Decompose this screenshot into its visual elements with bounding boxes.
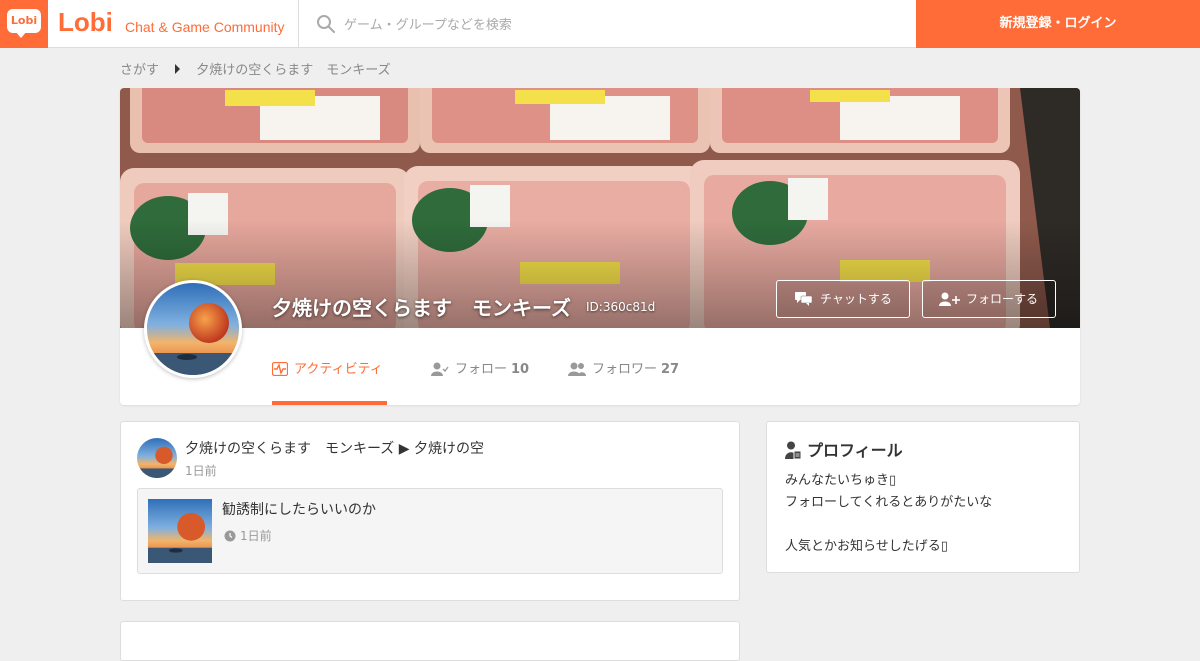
activity-icon [271, 361, 289, 377]
follow-count: 10 [511, 362, 530, 377]
user-check-icon [431, 362, 449, 376]
chat-icon [795, 292, 813, 306]
brand-tagline: Chat & Game Community [125, 19, 285, 35]
user-id: ID:360c81d [586, 300, 656, 314]
tab-follower[interactable]: フォロワー 27 [568, 358, 679, 377]
brand-name[interactable]: Lobi [58, 7, 113, 38]
activity-avatar[interactable] [137, 438, 177, 478]
activity-card: 夕焼けの空くらます モンキーズ ▶ 夕焼けの空 1日前 勧誘制にしたらいいのか … [120, 421, 740, 601]
tab-follow[interactable]: フォロー 10 [431, 358, 529, 377]
bio-line: みんなたいちゅき▯ [785, 473, 897, 488]
breadcrumb-search[interactable]: さがす [120, 59, 159, 78]
tab-follow-label: フォロー [455, 362, 508, 377]
active-tab-indicator [272, 401, 387, 405]
search-icon [317, 15, 335, 33]
profile-side-card: プロフィール みんなたいちゅき▯ フォローしてくれるとありがたいな 人気とかお知… [766, 421, 1080, 573]
profile-section-title: プロフィール [785, 437, 903, 461]
follower-count: 27 [661, 362, 680, 377]
bio-line: フォローしてくれるとありがたいな [785, 495, 993, 510]
activity-time: 1日前 [185, 464, 217, 478]
post-thumbnail [148, 499, 212, 563]
clock-icon [224, 530, 236, 542]
profile-card: 夕焼けの空くらます モンキーズ ID:360c81d チャットする フォローする… [120, 88, 1080, 405]
tab-activity[interactable]: アクティビティ [271, 358, 383, 377]
profile-card-icon [785, 441, 802, 460]
post-item[interactable]: 勧誘制にしたらいいのか 1日前 [137, 488, 723, 574]
bio-line [785, 514, 992, 536]
logo-text: Lobi [7, 9, 41, 33]
tab-follower-label: フォロワー [592, 362, 658, 377]
breadcrumb-current: 夕焼けの空くらます モンキーズ [196, 63, 391, 78]
post-time: 1日前 [224, 527, 272, 544]
top-header: Lobi Lobi Chat & Game Community 新規登録・ログイ… [0, 0, 1200, 48]
post-title: 勧誘制にしたらいいのか [222, 502, 376, 518]
header-divider [298, 0, 299, 48]
add-user-icon [939, 292, 960, 306]
profile-avatar[interactable] [144, 280, 242, 378]
next-activity-card [120, 621, 740, 661]
breadcrumb: さがす 夕焼けの空くらます モンキーズ [120, 59, 391, 78]
bio-line: 人気とかお知らせしたげる▯ [785, 539, 948, 554]
logo-tail [15, 31, 27, 38]
lobi-logo[interactable]: Lobi [0, 0, 48, 48]
profile-bio: みんなたいちゅき▯ フォローしてくれるとありがたいな 人気とかお知らせしたげる▯ [785, 470, 992, 558]
signup-login-button[interactable]: 新規登録・ログイン [916, 0, 1200, 48]
tab-activity-label: アクティビティ [294, 362, 383, 377]
activity-title[interactable]: 夕焼けの空くらます モンキーズ ▶ 夕焼けの空 [185, 438, 484, 458]
users-icon [568, 362, 586, 376]
breadcrumb-arrow-icon [175, 63, 181, 74]
chat-button-label: チャットする [820, 292, 892, 306]
follow-button[interactable]: フォローする [922, 280, 1056, 318]
follow-button-label: フォローする [966, 292, 1039, 306]
post-time-label: 1日前 [240, 529, 272, 543]
search-input[interactable] [342, 10, 906, 40]
user-name: 夕焼けの空くらます モンキーズ [272, 296, 571, 320]
chat-button[interactable]: チャットする [776, 280, 910, 318]
profile-section-title-label: プロフィール [807, 441, 903, 460]
